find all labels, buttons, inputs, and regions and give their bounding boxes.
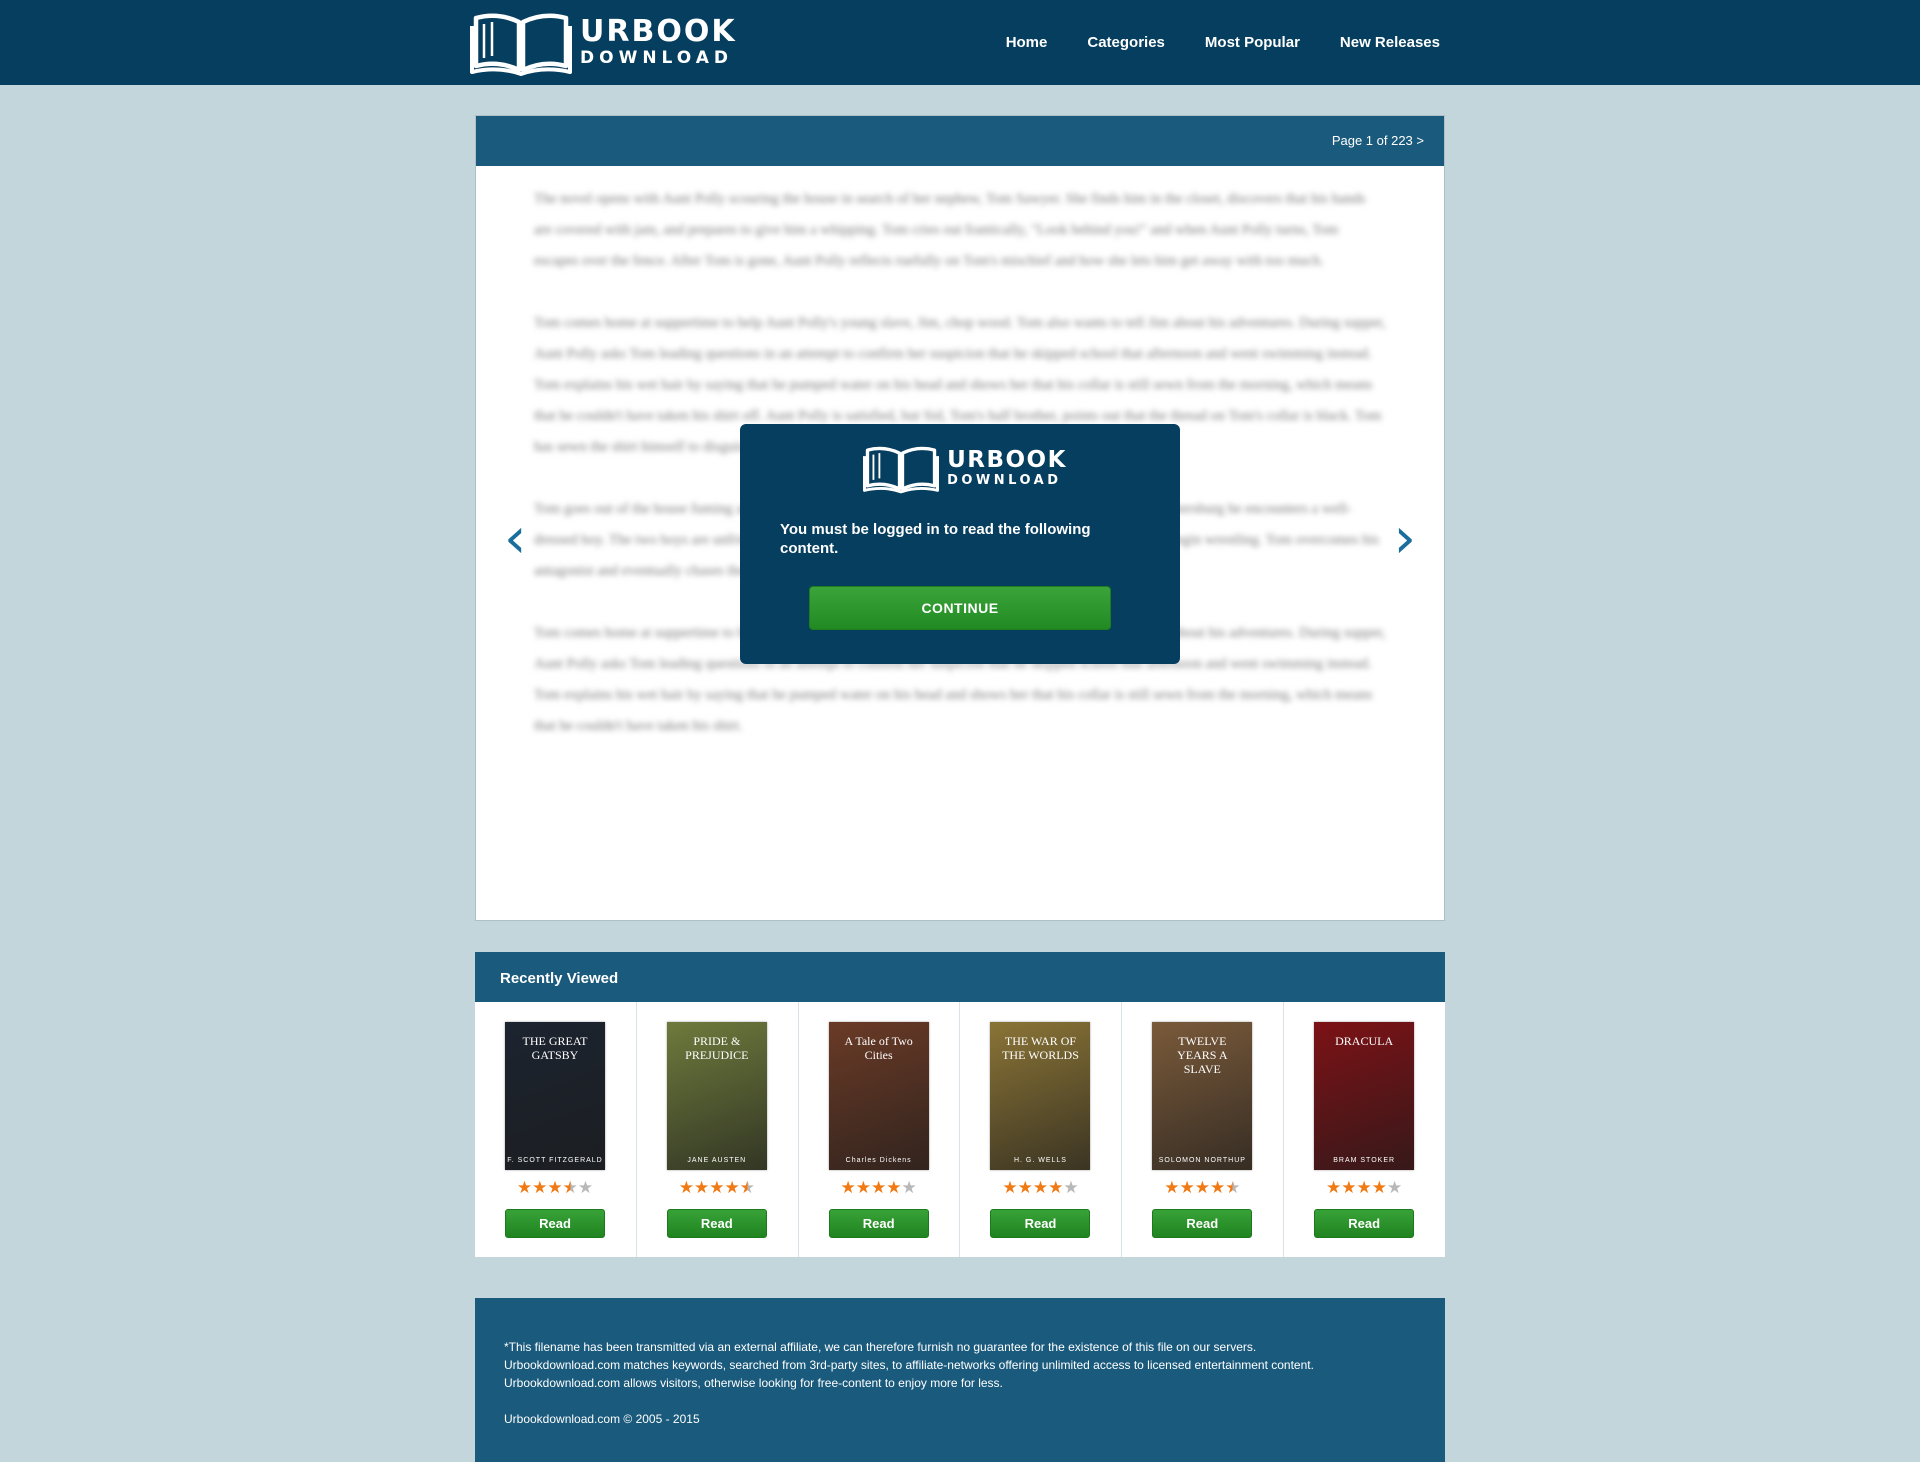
star-icon: ★ bbox=[709, 1178, 725, 1198]
star-icon: ★ bbox=[724, 1178, 740, 1198]
footer-disclaimer-2: Urbookdownload.com matches keywords, sea… bbox=[504, 1358, 1314, 1372]
book-cover[interactable]: A Tale of Two Cities Charles Dickens bbox=[828, 1022, 929, 1170]
book-card: TWELVE YEARS A SLAVE SOLOMON NORTHUP ★★★★★… bbox=[1122, 1002, 1285, 1257]
book-cover-author: Charles Dickens bbox=[845, 1157, 912, 1164]
book-card: A Tale of Two Cities Charles Dickens ★★★★★… bbox=[799, 1002, 961, 1257]
star-icon: ★ bbox=[1225, 1178, 1241, 1198]
star-icon: ★ bbox=[1032, 1178, 1049, 1198]
top-header: URBOOK DOWNLOAD Home Categories Most Pop… bbox=[0, 0, 1920, 85]
star-icon: ★ bbox=[840, 1178, 856, 1198]
read-button[interactable]: Read bbox=[505, 1209, 605, 1238]
star-rating: ★★★★★ bbox=[829, 1180, 929, 1197]
read-button[interactable]: Read bbox=[1152, 1209, 1253, 1238]
book-cover-title: THE GREAT GATSBY bbox=[522, 1034, 588, 1062]
recently-viewed-title: Recently Viewed bbox=[475, 952, 1445, 1002]
read-button[interactable]: Read bbox=[828, 1209, 929, 1238]
continue-button[interactable]: CONTINUE bbox=[809, 586, 1111, 630]
logo-text: URBOOK DOWNLOAD bbox=[580, 17, 737, 67]
book-card: PRIDE & PREJUDICE JANE AUSTEN ★★★★★ Read bbox=[637, 1002, 799, 1257]
nav-new-releases[interactable]: New Releases bbox=[1340, 34, 1440, 51]
star-icon: ★ bbox=[1048, 1178, 1064, 1198]
read-button[interactable]: Read bbox=[1314, 1209, 1415, 1238]
star-icon: ★ bbox=[1063, 1178, 1079, 1198]
open-book-icon bbox=[863, 446, 940, 494]
star-icon: ★ bbox=[1164, 1178, 1180, 1198]
book-cover-title: TWELVE YEARS A SLAVE bbox=[1177, 1034, 1228, 1076]
footer-disclaimer-1: *This filename has been transmitted via … bbox=[504, 1340, 1257, 1354]
logo-line2: DOWNLOAD bbox=[947, 473, 1062, 488]
book-card: DRACULA BRAM STOKER ★★★★★ Read bbox=[1284, 1002, 1445, 1257]
book-cover-author: F. SCOTT FITZGERALD bbox=[507, 1157, 603, 1164]
book-cover-author: JANE AUSTEN bbox=[687, 1157, 747, 1164]
logo-line1: URBOOK bbox=[580, 14, 737, 49]
star-rating: ★★★★★ bbox=[1314, 1180, 1414, 1197]
star-icon: ★ bbox=[577, 1178, 594, 1198]
read-button[interactable]: Read bbox=[990, 1209, 1091, 1238]
star-icon: ★ bbox=[1179, 1178, 1195, 1198]
book-cover[interactable]: THE GREAT GATSBY F. SCOTT FITZGERALD bbox=[505, 1022, 605, 1170]
star-icon: ★ bbox=[1371, 1178, 1388, 1198]
recently-viewed-panel: Recently Viewed THE GREAT GATSBY F. SCOTT… bbox=[475, 952, 1445, 1257]
star-icon: ★ bbox=[1209, 1178, 1226, 1198]
star-icon: ★ bbox=[1002, 1178, 1018, 1198]
book-cover[interactable]: DRACULA BRAM STOKER bbox=[1314, 1022, 1415, 1170]
footer-disclaimer-3: Urbookdownload.com allows visitors, othe… bbox=[504, 1376, 1003, 1390]
book-cover[interactable]: PRIDE & PREJUDICE JANE AUSTEN bbox=[666, 1022, 767, 1170]
star-icon: ★ bbox=[678, 1178, 694, 1198]
book-cover-author: BRAM STOKER bbox=[1333, 1157, 1396, 1164]
star-icon: ★ bbox=[1326, 1178, 1342, 1198]
book-cover-title: THE WAR OF THE WORLDS bbox=[1002, 1034, 1079, 1062]
star-icon: ★ bbox=[886, 1178, 902, 1198]
star-icon: ★ bbox=[855, 1178, 872, 1198]
book-cover-title: A Tale of Two Cities bbox=[844, 1034, 913, 1062]
site-logo[interactable]: URBOOK DOWNLOAD bbox=[470, 8, 737, 76]
book-list: THE GREAT GATSBY F. SCOTT FITZGERALD ★★★★★… bbox=[475, 1002, 1445, 1257]
star-rating: ★★★★★ bbox=[1152, 1180, 1252, 1197]
star-icon: ★ bbox=[1341, 1178, 1357, 1198]
nav-home[interactable]: Home bbox=[1006, 34, 1048, 51]
footer-copyright: Urbookdownload.com © 2005 - 2015 bbox=[504, 1412, 700, 1426]
logo-line2: DOWNLOAD bbox=[580, 48, 734, 68]
logo-line1: URBOOK bbox=[947, 447, 1067, 473]
star-icon: ★ bbox=[1356, 1178, 1372, 1198]
nav-most-popular[interactable]: Most Popular bbox=[1205, 34, 1300, 51]
star-rating: ★★★★★ bbox=[505, 1180, 605, 1197]
book-cover[interactable]: TWELVE YEARS A SLAVE SOLOMON NORTHUP bbox=[1152, 1022, 1253, 1170]
main-nav: Home Categories Most Popular New Release… bbox=[1006, 34, 1440, 51]
book-cover-title: PRIDE & PREJUDICE bbox=[685, 1034, 749, 1062]
book-cover[interactable]: THE WAR OF THE WORLDS H. G. WELLS bbox=[990, 1022, 1091, 1170]
book-cover-title: DRACULA bbox=[1335, 1034, 1394, 1048]
star-icon: ★ bbox=[547, 1178, 563, 1198]
modal-logo: URBOOK DOWNLOAD bbox=[790, 442, 1140, 494]
modal-logo-text: URBOOK DOWNLOAD bbox=[947, 447, 1067, 488]
read-button[interactable]: Read bbox=[666, 1209, 767, 1238]
star-icon: ★ bbox=[739, 1178, 755, 1198]
star-icon: ★ bbox=[1194, 1178, 1210, 1198]
star-icon: ★ bbox=[532, 1178, 548, 1198]
star-rating: ★★★★★ bbox=[667, 1180, 767, 1197]
nav-categories[interactable]: Categories bbox=[1087, 34, 1165, 51]
star-icon: ★ bbox=[562, 1178, 578, 1198]
star-icon: ★ bbox=[1017, 1178, 1033, 1198]
star-icon: ★ bbox=[693, 1178, 710, 1198]
book-cover-author: SOLOMON NORTHUP bbox=[1158, 1157, 1246, 1164]
page-indicator[interactable]: Page 1 of 223 > bbox=[1332, 133, 1424, 148]
star-icon: ★ bbox=[1387, 1178, 1403, 1198]
chevron-right-icon[interactable]: › bbox=[1394, 511, 1416, 567]
open-book-icon bbox=[470, 13, 572, 76]
chevron-left-icon[interactable]: ‹ bbox=[504, 511, 526, 567]
login-modal: URBOOK DOWNLOAD You must be logged in to… bbox=[740, 424, 1180, 664]
book-card: THE WAR OF THE WORLDS H. G. WELLS ★★★★★ Rea… bbox=[960, 1002, 1123, 1257]
book-card: THE GREAT GATSBY F. SCOTT FITZGERALD ★★★★★… bbox=[475, 1002, 637, 1257]
book-paragraph: The novel opens with Aunt Polly scouring… bbox=[534, 191, 1366, 269]
star-icon: ★ bbox=[871, 1178, 887, 1198]
login-required-message: You must be logged in to read the follow… bbox=[780, 521, 1091, 557]
star-icon: ★ bbox=[516, 1178, 533, 1198]
star-rating: ★★★★★ bbox=[990, 1180, 1090, 1197]
reader-header: Page 1 of 223 > bbox=[476, 116, 1444, 166]
book-cover-author: H. G. WELLS bbox=[1013, 1157, 1067, 1164]
footer: *This filename has been transmitted via … bbox=[475, 1298, 1445, 1462]
star-icon: ★ bbox=[901, 1178, 917, 1198]
